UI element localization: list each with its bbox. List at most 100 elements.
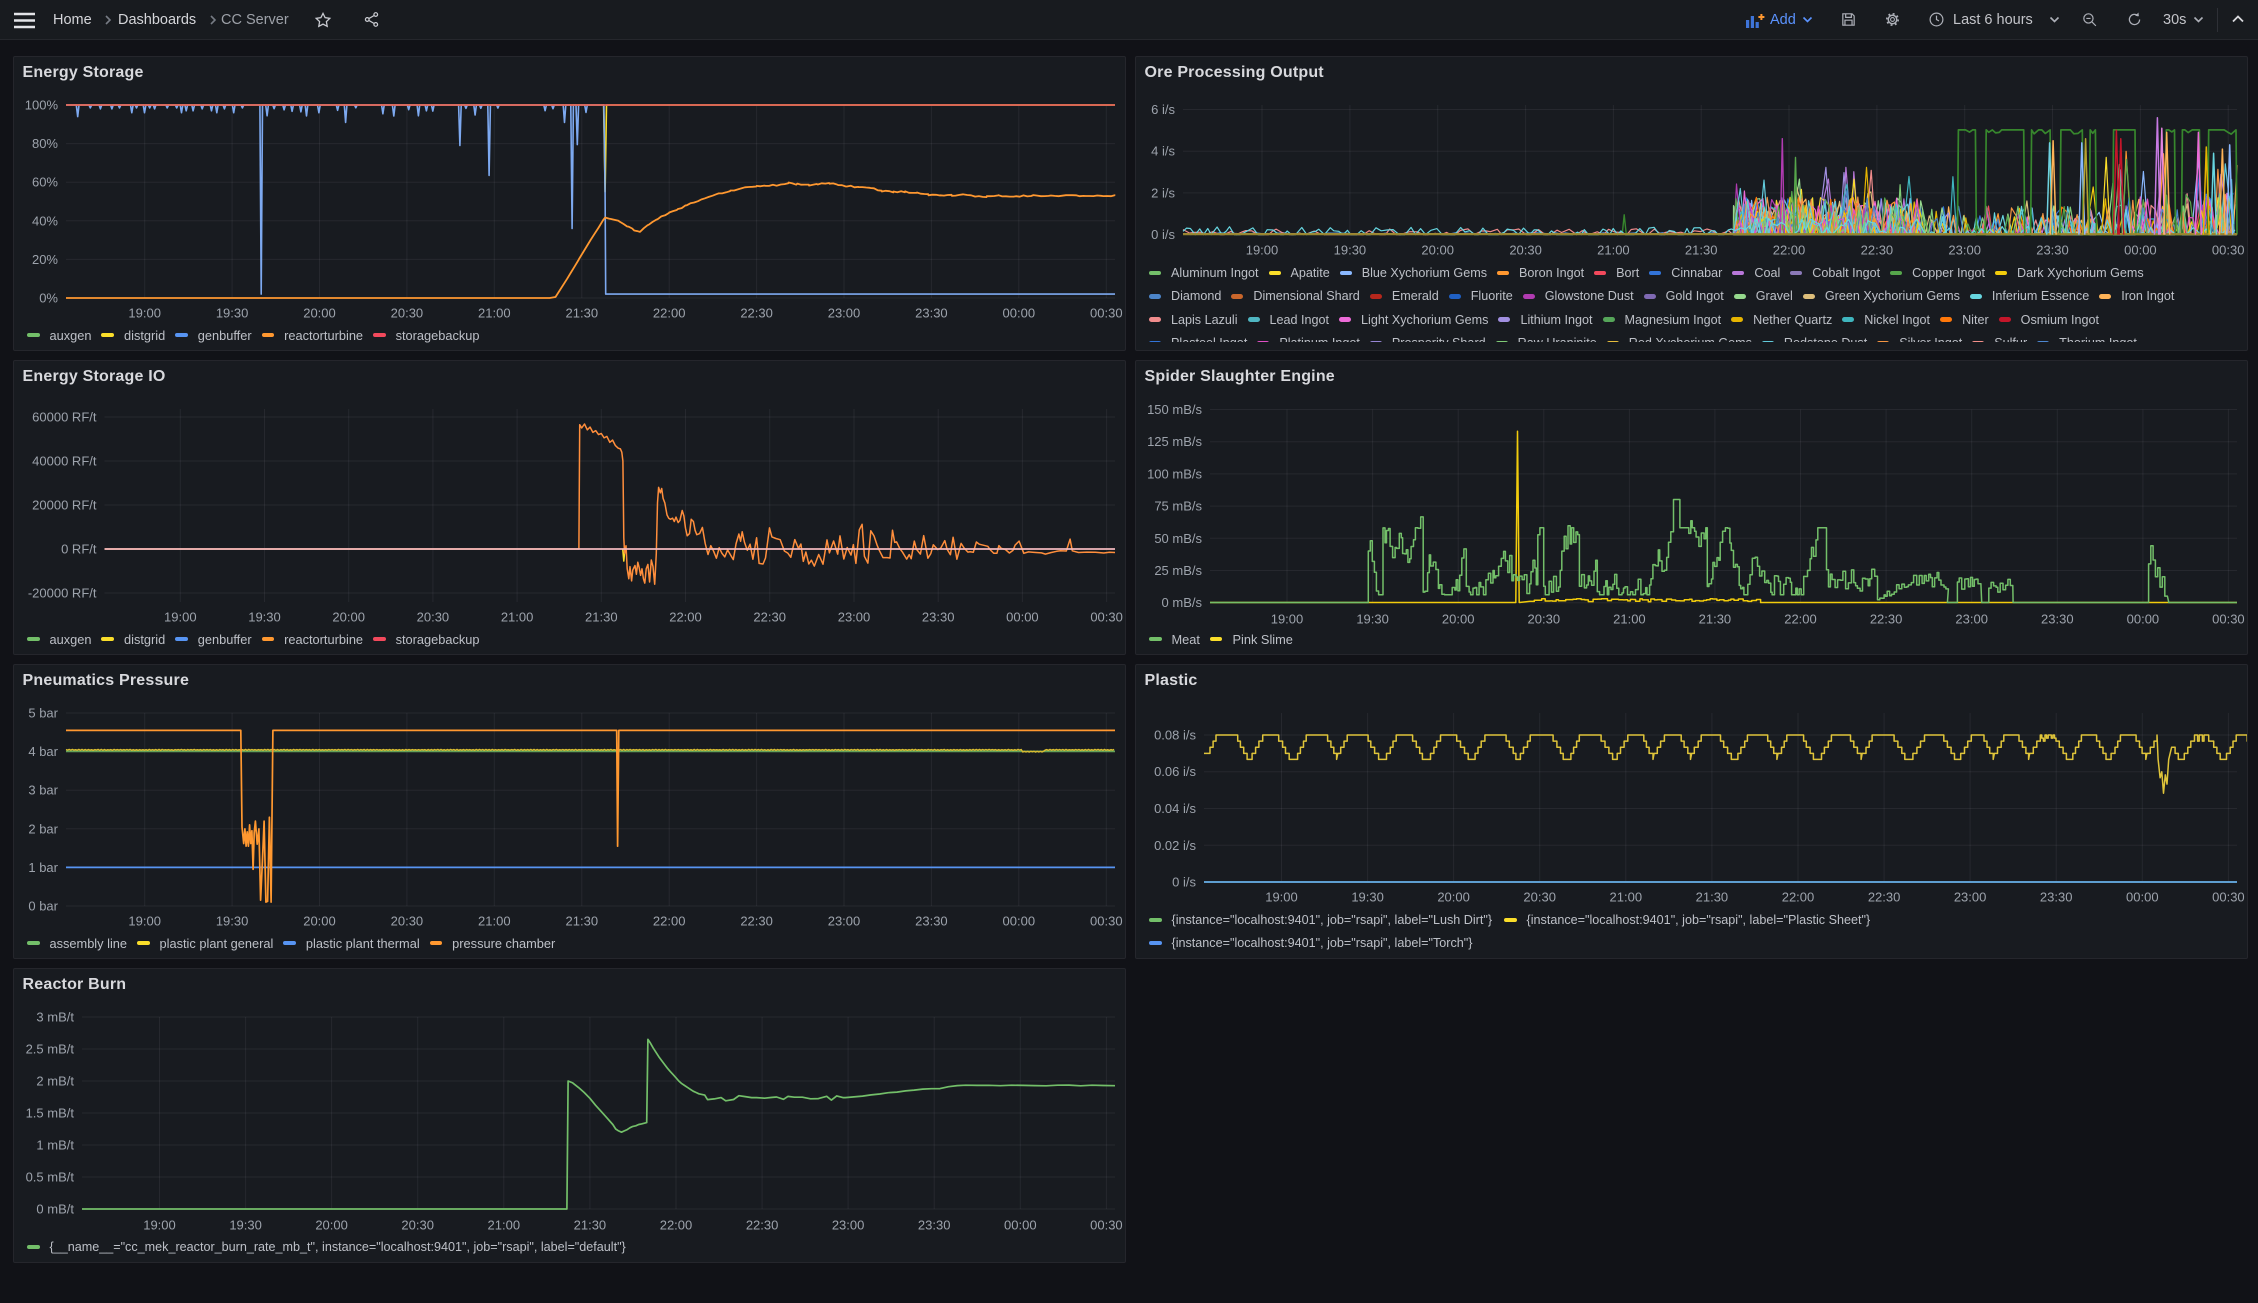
svg-text:100 mB/s: 100 mB/s bbox=[1147, 466, 1202, 481]
svg-text:20:00: 20:00 bbox=[1437, 890, 1470, 905]
svg-text:20:00: 20:00 bbox=[1442, 612, 1475, 627]
svg-text:23:30: 23:30 bbox=[2041, 612, 2074, 627]
svg-text:1 bar: 1 bar bbox=[28, 860, 58, 875]
svg-text:19:30: 19:30 bbox=[1356, 612, 1389, 627]
svg-text:21:00: 21:00 bbox=[488, 1218, 521, 1233]
svg-text:0 mB/s: 0 mB/s bbox=[1162, 595, 1203, 610]
svg-text:00:00: 00:00 bbox=[1006, 610, 1039, 625]
svg-text:23:30: 23:30 bbox=[915, 914, 948, 929]
svg-text:22:30: 22:30 bbox=[1870, 612, 1903, 627]
svg-text:00:30: 00:30 bbox=[1090, 914, 1123, 929]
svg-text:22:00: 22:00 bbox=[1784, 612, 1817, 627]
svg-text:22:30: 22:30 bbox=[740, 914, 773, 929]
svg-text:80%: 80% bbox=[32, 136, 58, 151]
svg-text:19:00: 19:00 bbox=[128, 914, 161, 929]
svg-text:22:30: 22:30 bbox=[740, 306, 773, 321]
svg-text:00:30: 00:30 bbox=[2212, 612, 2245, 627]
svg-text:23:00: 23:00 bbox=[832, 1218, 865, 1233]
svg-text:40000 RF/t: 40000 RF/t bbox=[32, 454, 97, 469]
svg-text:00:30: 00:30 bbox=[1090, 1218, 1123, 1233]
svg-text:21:30: 21:30 bbox=[566, 306, 599, 321]
svg-text:00:00: 00:00 bbox=[1004, 1218, 1037, 1233]
svg-text:23:30: 23:30 bbox=[2040, 890, 2073, 905]
svg-text:23:00: 23:00 bbox=[828, 306, 861, 321]
svg-text:20:30: 20:30 bbox=[1528, 612, 1561, 627]
svg-text:0 i/s: 0 i/s bbox=[1172, 875, 1196, 890]
svg-text:3 mB/t: 3 mB/t bbox=[36, 1010, 74, 1025]
svg-text:0 bar: 0 bar bbox=[28, 899, 58, 914]
svg-text:20000 RF/t: 20000 RF/t bbox=[32, 498, 97, 513]
svg-text:00:00: 00:00 bbox=[1003, 306, 1036, 321]
svg-text:19:30: 19:30 bbox=[229, 1218, 262, 1233]
svg-text:20:30: 20:30 bbox=[1523, 890, 1556, 905]
svg-text:20%: 20% bbox=[32, 252, 58, 267]
svg-text:0.5 mB/t: 0.5 mB/t bbox=[26, 1170, 75, 1185]
svg-text:0 RF/t: 0 RF/t bbox=[61, 542, 97, 557]
svg-text:4 bar: 4 bar bbox=[28, 744, 58, 759]
svg-text:00:00: 00:00 bbox=[1003, 914, 1036, 929]
svg-text:20:30: 20:30 bbox=[391, 306, 424, 321]
svg-text:19:00: 19:00 bbox=[164, 610, 197, 625]
svg-text:20:00: 20:00 bbox=[332, 610, 365, 625]
svg-text:21:00: 21:00 bbox=[1613, 612, 1646, 627]
svg-text:19:30: 19:30 bbox=[216, 914, 249, 929]
svg-text:-20000 RF/t: -20000 RF/t bbox=[28, 586, 97, 601]
svg-text:21:30: 21:30 bbox=[1699, 612, 1732, 627]
svg-text:22:00: 22:00 bbox=[660, 1218, 693, 1233]
svg-text:19:30: 19:30 bbox=[1351, 890, 1384, 905]
svg-text:60%: 60% bbox=[32, 175, 58, 190]
svg-text:21:00: 21:00 bbox=[478, 914, 511, 929]
svg-text:23:30: 23:30 bbox=[922, 610, 955, 625]
svg-text:19:30: 19:30 bbox=[248, 610, 281, 625]
svg-text:60000 RF/t: 60000 RF/t bbox=[32, 410, 97, 425]
svg-text:00:30: 00:30 bbox=[2212, 890, 2245, 905]
svg-text:19:00: 19:00 bbox=[1265, 890, 1298, 905]
svg-text:21:30: 21:30 bbox=[585, 610, 618, 625]
svg-text:1 mB/t: 1 mB/t bbox=[36, 1138, 74, 1153]
svg-text:20:00: 20:00 bbox=[303, 914, 336, 929]
svg-text:50 mB/s: 50 mB/s bbox=[1154, 531, 1202, 546]
svg-text:21:30: 21:30 bbox=[566, 914, 599, 929]
svg-text:00:00: 00:00 bbox=[2127, 612, 2160, 627]
svg-text:23:00: 23:00 bbox=[1954, 890, 1987, 905]
svg-text:20:00: 20:00 bbox=[303, 306, 336, 321]
svg-text:22:00: 22:00 bbox=[1782, 890, 1815, 905]
svg-text:19:00: 19:00 bbox=[143, 1218, 176, 1233]
svg-text:0.06 i/s: 0.06 i/s bbox=[1154, 764, 1196, 779]
svg-text:19:00: 19:00 bbox=[1271, 612, 1304, 627]
svg-text:20:30: 20:30 bbox=[417, 610, 450, 625]
svg-text:22:00: 22:00 bbox=[653, 306, 686, 321]
svg-text:21:00: 21:00 bbox=[478, 306, 511, 321]
svg-text:3 bar: 3 bar bbox=[28, 783, 58, 798]
svg-text:75 mB/s: 75 mB/s bbox=[1154, 499, 1202, 514]
svg-text:22:30: 22:30 bbox=[746, 1218, 779, 1233]
svg-text:21:00: 21:00 bbox=[501, 610, 534, 625]
svg-text:5 bar: 5 bar bbox=[28, 706, 58, 721]
svg-text:23:00: 23:00 bbox=[838, 610, 871, 625]
svg-text:20:30: 20:30 bbox=[391, 914, 424, 929]
svg-text:0 mB/t: 0 mB/t bbox=[36, 1202, 74, 1217]
svg-text:23:00: 23:00 bbox=[1955, 612, 1988, 627]
svg-text:2.5 mB/t: 2.5 mB/t bbox=[26, 1042, 75, 1057]
svg-text:21:00: 21:00 bbox=[1610, 890, 1643, 905]
svg-text:40%: 40% bbox=[32, 213, 58, 228]
svg-text:23:30: 23:30 bbox=[918, 1218, 951, 1233]
svg-text:100%: 100% bbox=[25, 98, 59, 113]
svg-text:00:30: 00:30 bbox=[1090, 306, 1123, 321]
svg-text:23:00: 23:00 bbox=[828, 914, 861, 929]
svg-text:22:30: 22:30 bbox=[1868, 890, 1901, 905]
svg-text:0%: 0% bbox=[39, 291, 58, 306]
svg-text:22:00: 22:00 bbox=[653, 914, 686, 929]
svg-text:20:30: 20:30 bbox=[401, 1218, 434, 1233]
svg-text:19:30: 19:30 bbox=[216, 306, 249, 321]
svg-text:19:00: 19:00 bbox=[128, 306, 161, 321]
svg-text:2 mB/t: 2 mB/t bbox=[36, 1074, 74, 1089]
svg-text:150 mB/s: 150 mB/s bbox=[1147, 402, 1202, 417]
svg-text:00:00: 00:00 bbox=[2126, 890, 2159, 905]
svg-text:21:30: 21:30 bbox=[1696, 890, 1729, 905]
svg-text:2 bar: 2 bar bbox=[28, 821, 58, 836]
svg-text:25 mB/s: 25 mB/s bbox=[1154, 563, 1202, 578]
svg-text:0.02 i/s: 0.02 i/s bbox=[1154, 838, 1196, 853]
svg-text:20:00: 20:00 bbox=[315, 1218, 348, 1233]
svg-text:23:30: 23:30 bbox=[915, 306, 948, 321]
